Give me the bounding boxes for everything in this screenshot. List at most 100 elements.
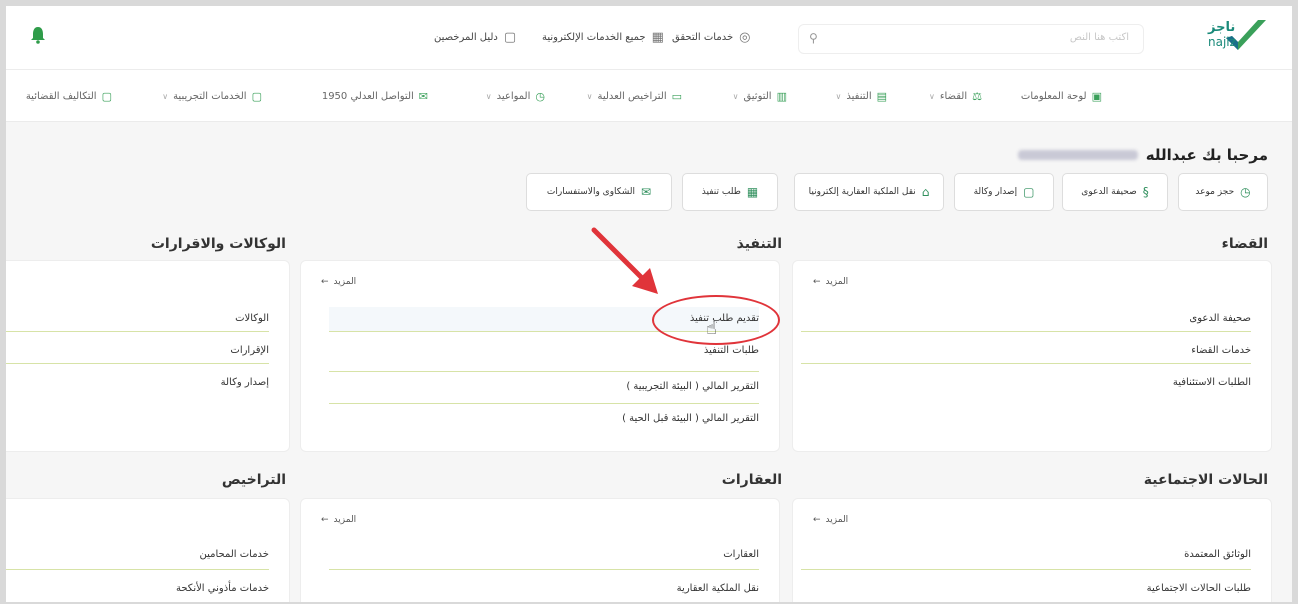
execution-request-button[interactable]: ▦ طلب تنفيذ [682, 173, 778, 211]
hand-cursor-icon: ☝ [706, 318, 717, 339]
home-icon: ⌂ [921, 185, 930, 199]
main-nav: ▣ لوحة المعلومات ⚖ القضاء ∨ ▤ التنفيذ ∨ … [6, 70, 1292, 122]
more-label: المزيد [825, 277, 849, 287]
notarization-icon: ▥ [776, 90, 787, 103]
licenses-item-marriage[interactable]: خدمات مأذوني الأنكحة [176, 583, 269, 594]
scale-icon: ⚖ [972, 90, 982, 103]
nav-label-notarization: التوثيق [743, 91, 772, 102]
top-header: ناجز najiz اكتب هنا النص ⚲ ◎ خدمات التحق… [6, 6, 1292, 70]
divider [6, 363, 269, 364]
nav-label-appointments: المواعيد [496, 91, 531, 102]
divider [801, 363, 1251, 364]
nav-item-contact-1950[interactable]: ✉ التواصل العدلي 1950 [322, 90, 428, 103]
judiciary-item-case-sheet[interactable]: صحيفة الدعوى [1189, 313, 1251, 324]
search-placeholder: اكتب هنا النص [1069, 32, 1129, 43]
grid-icon: ▦ [746, 185, 759, 199]
licensees-guide-label: دليل المرخصين [434, 32, 498, 43]
divider [329, 569, 759, 570]
nav-item-judicial-costs[interactable]: ▢ التكاليف القضائية [26, 90, 112, 103]
poa-item-agencies[interactable]: الوكالات [235, 313, 269, 324]
nav-label-beta: الخدمات التجريبية [173, 91, 247, 102]
nav-item-licenses[interactable]: ▭ التراخيص العدلية ∨ [587, 90, 682, 103]
execution-item-report-beta[interactable]: التقرير المالي ( البيئة التجريبية ) [626, 381, 759, 392]
divider [801, 331, 1251, 332]
redacted-name [1017, 150, 1138, 160]
nav-label-dashboard: لوحة المعلومات [1020, 91, 1087, 102]
chevron-down-icon: ∨ [835, 92, 842, 101]
execution-request-label: طلب تنفيذ [701, 187, 741, 197]
clock-icon: ◷ [535, 90, 545, 103]
realestate-item-transfer[interactable]: نقل الملكية العقارية [677, 583, 759, 594]
search-input[interactable]: اكتب هنا النص ⚲ [798, 24, 1144, 54]
chevron-down-icon: ∨ [162, 92, 169, 101]
licenses-item-lawyers[interactable]: خدمات المحامين [199, 549, 269, 560]
judiciary-item-services[interactable]: خدمات القضاء [1191, 345, 1251, 356]
issue-poa-label: إصدار وكالة [973, 187, 1018, 197]
licensees-guide-link[interactable]: ▢ دليل المرخصين [434, 30, 516, 45]
nav-item-judiciary[interactable]: ⚖ القضاء ∨ [929, 90, 982, 103]
section-sign-icon: § [1142, 185, 1149, 199]
nav-item-beta-services[interactable]: ▢ الخدمات التجريبية ∨ [162, 90, 262, 103]
case-sheet-button[interactable]: § صحيفة الدعوى [1062, 173, 1168, 211]
execution-item-report-prelive[interactable]: التقرير المالي ( البيئة قبل الحية ) [622, 413, 759, 424]
arrow-left-icon: ← [321, 277, 329, 287]
judiciary-card: ← المزيد صحيفة الدعوى خدمات القضاء الطلب… [792, 260, 1272, 452]
judiciary-more-link[interactable]: ← المزيد [813, 277, 848, 287]
poa-title: الوكالات والاقرارات [150, 236, 286, 252]
more-label: المزيد [333, 277, 357, 287]
search-icon[interactable]: ⚲ [809, 31, 818, 45]
execution-title: التنفيذ [736, 236, 782, 252]
transfer-property-button[interactable]: ⌂ نقل الملكية العقارية إلكترونيا [794, 173, 944, 211]
chevron-down-icon: ∨ [485, 92, 492, 101]
more-label: المزيد [825, 515, 849, 525]
realestate-title: العقارات [721, 472, 782, 488]
divider [801, 569, 1251, 570]
najiz-page: ناجز najiz اكتب هنا النص ⚲ ◎ خدمات التحق… [6, 6, 1292, 602]
nav-label-contact: التواصل العدلي 1950 [321, 91, 414, 102]
najiz-logo[interactable]: ناجز najiz [1208, 16, 1270, 58]
nav-item-execution[interactable]: ▤ التنفيذ ∨ [836, 90, 887, 103]
case-sheet-label: صحيفة الدعوى [1081, 187, 1137, 197]
social-item-requests[interactable]: طلبات الحالات الاجتماعية [1147, 583, 1251, 594]
realestate-card: ← المزيد العقارات نقل الملكية العقارية [300, 498, 780, 602]
chevron-down-icon: ∨ [586, 92, 593, 101]
verify-services-link[interactable]: ◎ خدمات التحقق [672, 30, 750, 45]
document-icon: ▢ [503, 30, 517, 45]
clock-icon: ◷ [1240, 185, 1251, 199]
book-appointment-button[interactable]: ◷ حجز موعد [1178, 173, 1268, 211]
nav-item-dashboard[interactable]: ▣ لوحة المعلومات [1021, 90, 1102, 103]
beta-icon: ▢ [251, 90, 262, 103]
nav-item-notarization[interactable]: ▥ التوثيق ∨ [733, 90, 787, 103]
arrow-left-icon: ← [813, 277, 821, 287]
welcome-text: مرحبا بك عبدالله [1145, 146, 1268, 164]
fingerprint-icon: ◎ [739, 30, 751, 45]
poa-item-issue-poa[interactable]: إصدار وكالة [221, 377, 269, 388]
poa-card: الوكالات الإقرارات إصدار وكالة [6, 260, 290, 452]
judiciary-item-appeals[interactable]: الطلبات الاستئنافية [1173, 377, 1251, 388]
nav-label-costs: التكاليف القضائية [25, 91, 97, 102]
divider [6, 331, 269, 332]
message-icon: ✉ [641, 185, 652, 199]
arrow-left-icon: ← [813, 515, 821, 525]
chevron-down-icon: ∨ [928, 92, 935, 101]
divider [329, 403, 759, 404]
execution-more-link[interactable]: ← المزيد [321, 277, 356, 287]
nav-item-appointments[interactable]: ◷ المواعيد ∨ [486, 90, 545, 103]
complaints-label: الشكاوى والاستفسارات [546, 187, 636, 197]
notification-bell-icon[interactable] [30, 26, 46, 44]
screenshot-frame: ناجز najiz اكتب هنا النص ⚲ ◎ خدمات التحق… [0, 0, 1298, 604]
all-services-link[interactable]: ▦ جميع الخدمات الإلكترونية [542, 30, 664, 45]
realestate-item-properties[interactable]: العقارات [723, 549, 759, 560]
realestate-more-link[interactable]: ← المزيد [321, 515, 356, 525]
social-more-link[interactable]: ← المزيد [813, 515, 848, 525]
issue-poa-button[interactable]: ▢ إصدار وكالة [954, 173, 1054, 211]
document-icon: ▢ [1023, 185, 1035, 199]
poa-item-acknowledgments[interactable]: الإقرارات [230, 345, 269, 356]
complaints-button[interactable]: ✉ الشكاوى والاستفسارات [526, 173, 672, 211]
execution-item-requests[interactable]: طلبات التنفيذ [704, 345, 759, 356]
more-label: المزيد [333, 515, 357, 525]
transfer-property-label: نقل الملكية العقارية إلكترونيا [808, 187, 916, 197]
welcome-message: مرحبا بك عبدالله [1017, 146, 1268, 164]
divider [6, 569, 269, 570]
social-item-certified-docs[interactable]: الوثائق المعتمدة [1184, 549, 1251, 560]
